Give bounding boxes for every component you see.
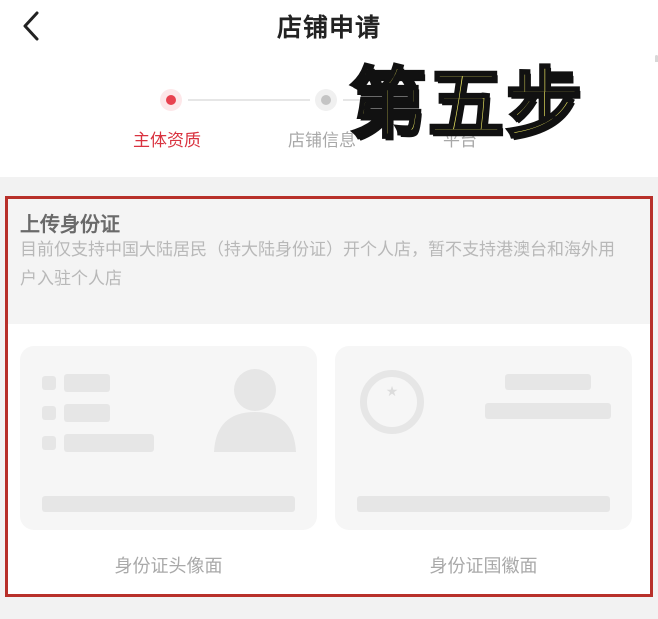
step-dot-1 (160, 89, 182, 111)
portrait-icon (214, 369, 296, 452)
id-back-upload[interactable]: ★ (335, 346, 632, 530)
placeholder-line (42, 406, 56, 420)
placeholder-line (505, 374, 591, 390)
page-title: 店铺申请 (276, 13, 381, 42)
step-overlay-caption: 第五步 (349, 59, 584, 148)
placeholder-line (42, 376, 56, 390)
step-label-2: 店铺信息 (288, 131, 356, 151)
nav-bar: 店铺申请 (0, 0, 658, 52)
placeholder-line (64, 404, 110, 422)
placeholder-line (42, 496, 295, 512)
id-back-label: 身份证国徽面 (429, 556, 538, 577)
upload-description: 目前仅支持中国大陆居民（持大陆身份证）开个人店，暂不支持港澳台和海外用户入驻个人… (20, 240, 615, 289)
placeholder-line (357, 496, 610, 512)
step-label-1: 主体资质 (133, 131, 201, 151)
placeholder-line (64, 434, 154, 452)
step-connector (188, 99, 310, 101)
step-dot-2 (315, 89, 337, 111)
placeholder-line (485, 403, 611, 419)
id-upload-card: 上传身份证 目前仅支持中国大陆居民（持大陆身份证）开个人店，暂不支持港澳台和海外… (7, 198, 652, 596)
upload-title: 上传身份证 (20, 212, 120, 236)
id-front-upload[interactable] (20, 346, 317, 530)
national-emblem-icon: ★ (360, 370, 424, 434)
id-front-label: 身份证头像面 (114, 556, 223, 577)
upload-card-header: 上传身份证 目前仅支持中国大陆居民（持大陆身份证）开个人店，暂不支持港澳台和海外… (7, 198, 652, 324)
placeholder-line (64, 374, 110, 392)
placeholder-line (42, 436, 56, 450)
